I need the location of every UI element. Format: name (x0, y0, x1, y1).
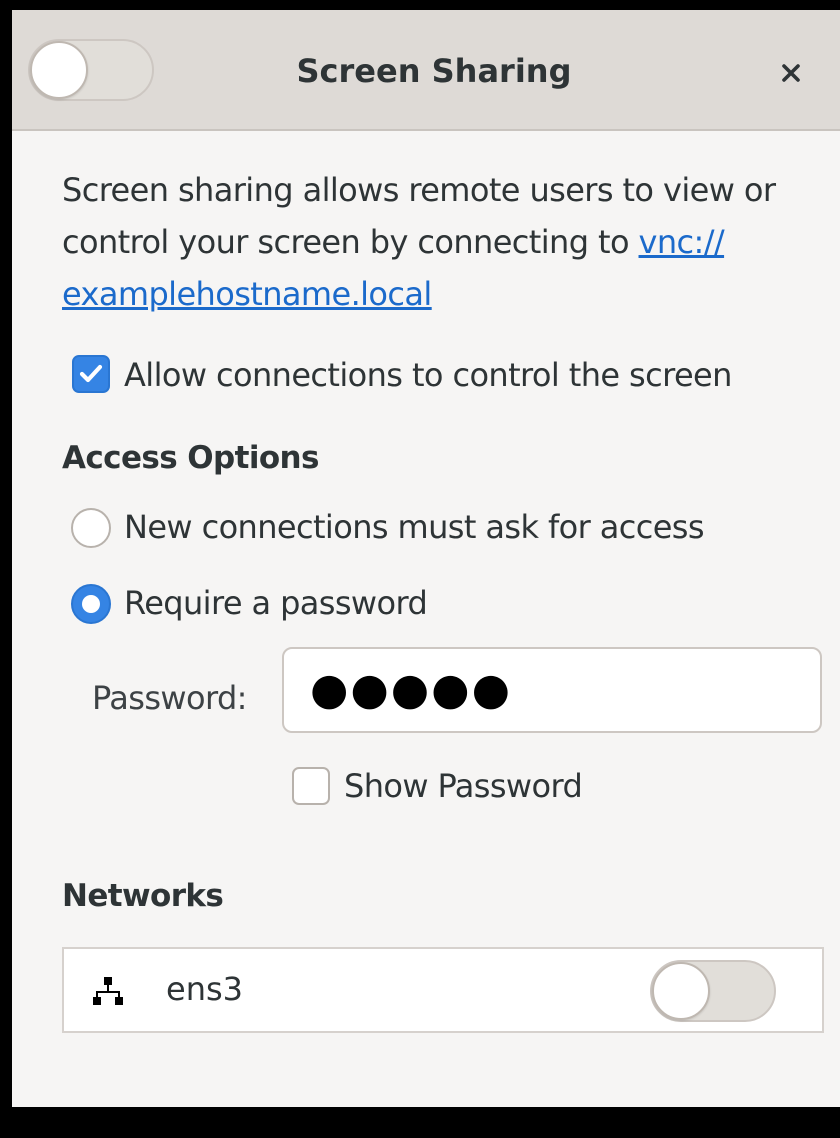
allow-control-label[interactable]: Allow connections to control the screen (124, 355, 732, 395)
description-text: Screen sharing allows remote users to vi… (62, 164, 822, 320)
toggle-knob (30, 41, 88, 99)
checkmark-icon (79, 364, 103, 383)
show-password-checkbox[interactable] (292, 767, 330, 805)
allow-control-checkbox[interactable] (72, 355, 110, 393)
close-icon (782, 64, 800, 82)
toggle-knob (652, 962, 710, 1020)
networks-list: ens3 (62, 947, 824, 1033)
password-field[interactable]: ●●●●● (282, 647, 822, 733)
ask-for-access-label[interactable]: New connections must ask for access (124, 507, 705, 547)
password-value: ●●●●● (310, 664, 512, 715)
screen-sharing-toggle[interactable] (28, 39, 154, 101)
access-options-heading: Access Options (62, 440, 319, 476)
ask-for-access-radio[interactable] (71, 508, 111, 548)
require-password-label[interactable]: Require a password (124, 583, 428, 623)
require-password-radio[interactable] (71, 584, 111, 624)
show-password-label[interactable]: Show Password (344, 766, 583, 806)
password-label: Password: (92, 679, 247, 717)
network-wired-icon (93, 977, 123, 1005)
networks-heading: Networks (62, 878, 224, 914)
header-bar: Screen Sharing (12, 10, 840, 131)
dialog-title: Screen Sharing (296, 52, 572, 90)
close-button[interactable] (764, 46, 818, 100)
network-toggle[interactable] (650, 960, 776, 1022)
screen-sharing-dialog: Screen Sharing Screen sharing allows rem… (12, 10, 840, 1107)
network-name: ens3 (166, 970, 243, 1008)
